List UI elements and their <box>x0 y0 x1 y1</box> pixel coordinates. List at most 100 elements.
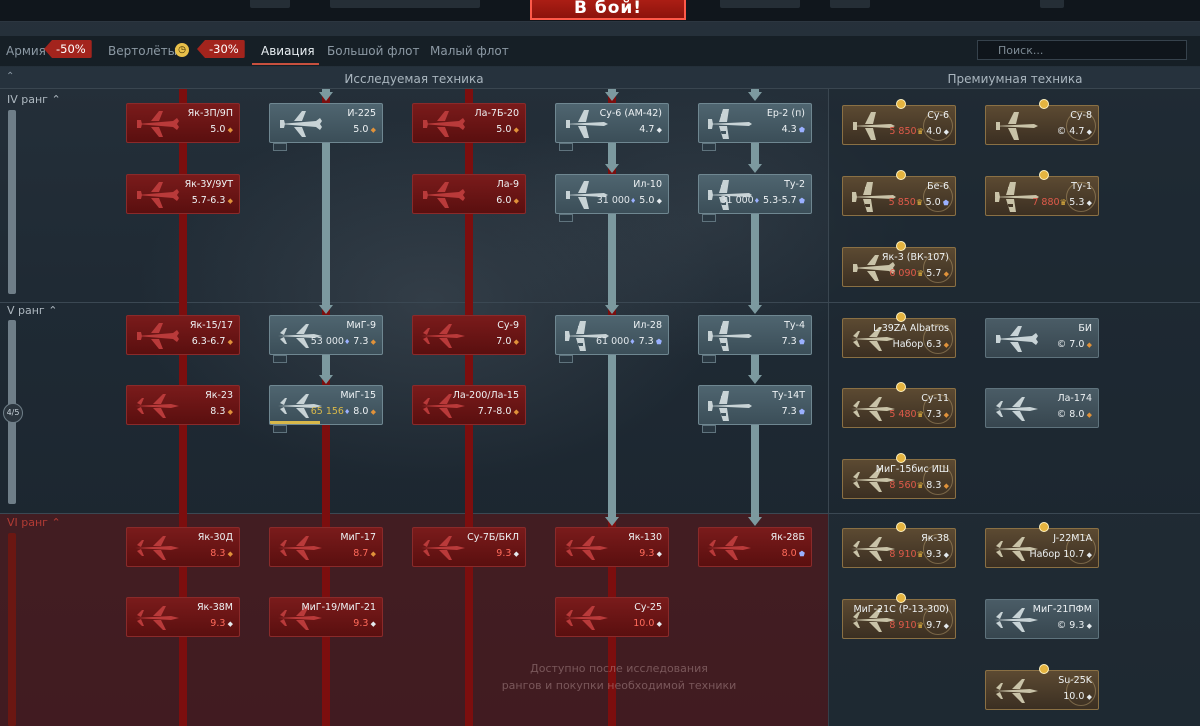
rank-4-label[interactable]: IV ранг ⌃ <box>7 93 61 106</box>
battle-rating: 7.3 <box>781 336 797 347</box>
battle-rating: 9.3 <box>210 618 226 629</box>
premium-card-su8[interactable]: Су-8 © 4.7 ◆ <box>985 99 1099 145</box>
vehicle-name: МиГ-21ПФМ <box>1032 604 1092 615</box>
tab-coastal-fleet[interactable]: Малый флот <box>430 44 509 58</box>
vehicle-card-yak30d[interactable]: Як-30Д 8.3 ◆ <box>126 527 240 567</box>
rank-6-label[interactable]: VI ранг ⌃ <box>7 516 61 529</box>
premium-card-bi[interactable]: БИ © 7.0 ◆ <box>985 318 1099 358</box>
vehicle-class-icon: ◆ <box>225 408 233 416</box>
research-progress-bar <box>270 421 321 424</box>
tab-army[interactable]: Армия <box>6 44 46 58</box>
vehicle-name: Су-8 <box>1070 110 1092 121</box>
vehicle-stats: 5 480♛ 7.3 ◆ <box>889 409 949 420</box>
vehicle-slot-tab <box>702 425 716 433</box>
vehicle-card-tu14t[interactable]: Ту-14Т 7.3 ⬟ <box>698 385 812 425</box>
vehicle-name: Ер-2 (п) <box>766 108 805 119</box>
vehicle-card-su7b[interactable]: Су-7Б/БКЛ 9.3 ◆ <box>412 527 526 567</box>
premium-card-l39[interactable]: L-39ZA Albatros Набор 6.3 ◆ <box>842 312 956 358</box>
premium-card-yak38[interactable]: Як-38 8 910♛ 9.3 ◆ <box>842 522 956 568</box>
battle-rating: 7.3 <box>353 336 369 347</box>
rank-5-label[interactable]: V ранг ⌃ <box>7 304 57 317</box>
vehicle-card-yak23[interactable]: Як-23 8.3 ◆ <box>126 385 240 425</box>
tab-aviation[interactable]: Авиация <box>261 44 315 58</box>
vehicle-class-icon: ◆ <box>1084 411 1092 419</box>
battle-rating: 7.0 <box>496 336 512 347</box>
vehicle-card-il10[interactable]: Ил-10 31 000♦ 5.0 ◆ <box>555 174 669 214</box>
vehicle-card-yak15[interactable]: Як-15/17 6.3-6.7 ◆ <box>126 315 240 355</box>
connector-arrow-icon <box>319 92 333 101</box>
premium-card-su25k[interactable]: Su-25K 10.0 ◆ <box>985 664 1099 710</box>
premium-card-la174[interactable]: Ла-174 © 8.0 ◆ <box>985 388 1099 428</box>
premium-card-su11[interactable]: Су-11 5 480♛ 7.3 ◆ <box>842 382 956 428</box>
vehicle-card-mig17[interactable]: МиГ-17 8.7 ◆ <box>269 527 383 567</box>
vehicle-card-yak3p[interactable]: Як-3П/9П 5.0 ◆ <box>126 103 240 143</box>
discount-badge-helicopters: -30% <box>197 40 245 58</box>
vehicle-stats: © 9.3 ◆ <box>1057 620 1092 631</box>
vehicle-card-il28[interactable]: Ил-28 61 000♦ 7.3 ⬟ <box>555 315 669 355</box>
research-point-icon: ♦ <box>343 408 351 416</box>
battle-rating: 7.3 <box>926 409 942 420</box>
vehicle-stats: 9.3 ◆ <box>639 548 662 559</box>
vehicle-card-yak38m[interactable]: Як-38М 9.3 ◆ <box>126 597 240 637</box>
vehicle-card-su9[interactable]: Су-9 7.0 ◆ <box>412 315 526 355</box>
golden-eagle-icon: ♛ <box>1059 198 1070 207</box>
vehicle-name: МиГ-15бис ИШ <box>875 464 949 475</box>
fighter-plane-icon <box>996 326 1038 352</box>
battle-rating: 5.0 <box>496 124 512 135</box>
vehicle-card-yak3u[interactable]: Як-3У/9УТ 5.7-6.3 ◆ <box>126 174 240 214</box>
vehicle-stats: 10.0 ◆ <box>1063 691 1092 702</box>
premium-card-mig15bis[interactable]: МиГ-15бис ИШ 8 560♛ 8.3 ◆ <box>842 453 956 499</box>
premium-crown-icon <box>896 382 906 392</box>
premium-card-j22[interactable]: J-22M1A Набор 10.7 ◆ <box>985 522 1099 568</box>
vehicle-class-icon: ◆ <box>511 550 519 558</box>
vehicle-card-tu2[interactable]: Ту-2 31 000♦ 5.3-5.7 ⬟ <box>698 174 812 214</box>
vehicle-card-yak28b[interactable]: Як-28Б 8.0 ⬟ <box>698 527 812 567</box>
premium-card-yak3vk[interactable]: Як-3 (ВК-107) 6 090♛ 5.7 ◆ <box>842 241 956 287</box>
battle-rating: 9.3 <box>496 548 512 559</box>
vehicle-card-su25[interactable]: Су-25 10.0 ◆ <box>555 597 669 637</box>
vehicle-card-mig19[interactable]: МиГ-19/МиГ-21 9.3 ◆ <box>269 597 383 637</box>
vehicle-stats: 5.7-6.3 ◆ <box>192 195 233 206</box>
premium-card-mig21pfm[interactable]: МиГ-21ПФМ © 9.3 ◆ <box>985 599 1099 639</box>
vehicle-card-mig15[interactable]: МиГ-15 65 156♦ 8.0 ◆ <box>269 385 383 425</box>
vehicle-class-icon: ◆ <box>225 620 233 628</box>
premium-card-su6p[interactable]: Су-6 5 850♛ 4.0 ◆ <box>842 99 956 145</box>
premium-crown-icon <box>1039 522 1049 532</box>
vehicle-class-icon: ◆ <box>941 270 949 278</box>
search-input[interactable] <box>977 40 1187 60</box>
tab-bluewater-fleet[interactable]: Большой флот <box>327 44 420 58</box>
tree-connector <box>608 355 616 519</box>
vehicle-name: Су-7Б/БКЛ <box>467 532 519 543</box>
rank-4-track <box>8 110 16 294</box>
vehicle-card-i225[interactable]: И-225 5.0 ◆ <box>269 103 383 143</box>
premium-card-be6[interactable]: Бе-6 5 850♛ 5.0 ⬟ <box>842 170 956 216</box>
research-cost: 65 156 <box>310 406 344 417</box>
vehicle-card-yak130[interactable]: Як-130 9.3 ◆ <box>555 527 669 567</box>
golden-eagle-icon: ♛ <box>916 481 927 490</box>
vehicle-card-la7b[interactable]: Ла-7Б-20 5.0 ◆ <box>412 103 526 143</box>
battle-rating: 6.0 <box>496 195 512 206</box>
battle-rating: 4.7 <box>639 124 655 135</box>
vehicle-card-la200[interactable]: Ла-200/Ла-15 7.7-8.0 ◆ <box>412 385 526 425</box>
vehicle-class-icon: ⬟ <box>796 197 805 205</box>
premium-crown-icon <box>896 312 906 322</box>
vehicle-card-mig9[interactable]: МиГ-9 53 000♦ 7.3 ◆ <box>269 315 383 355</box>
premium-card-tu1[interactable]: Ту-1 7 880♛ 5.3 ◆ <box>985 170 1099 216</box>
vehicle-card-tu4[interactable]: Ту-4 7.3 ⬟ <box>698 315 812 355</box>
rank-locked-message: Доступно после исследования рангов и пок… <box>501 662 737 692</box>
battle-rating: 8.3 <box>926 480 942 491</box>
bomber-plane-icon <box>707 391 752 421</box>
golden-eagle-icon: ♛ <box>916 127 927 136</box>
vehicle-card-er2[interactable]: Ер-2 (п) 4.3 ⬟ <box>698 103 812 143</box>
premium-card-mig21s[interactable]: МиГ-21С (Р-13-300) 8 910♛ 9.7 ◆ <box>842 593 956 639</box>
tab-helicopters[interactable]: Вертолёты <box>108 44 177 58</box>
vehicle-card-su6[interactable]: Су-6 (АМ-42) 4.7 ◆ <box>555 103 669 143</box>
vehicle-class-icon: ◆ <box>368 408 376 416</box>
vehicle-slot-tab <box>702 355 716 363</box>
fighter-plane-icon <box>423 182 465 208</box>
battle-button[interactable]: В бой! <box>530 0 686 20</box>
vehicle-name: Як-3 (ВК-107) <box>881 252 949 263</box>
vehicle-card-la9[interactable]: Ла-9 6.0 ◆ <box>412 174 526 214</box>
vehicle-name: МиГ-15 <box>340 390 376 401</box>
fighter-plane-icon <box>137 182 179 208</box>
